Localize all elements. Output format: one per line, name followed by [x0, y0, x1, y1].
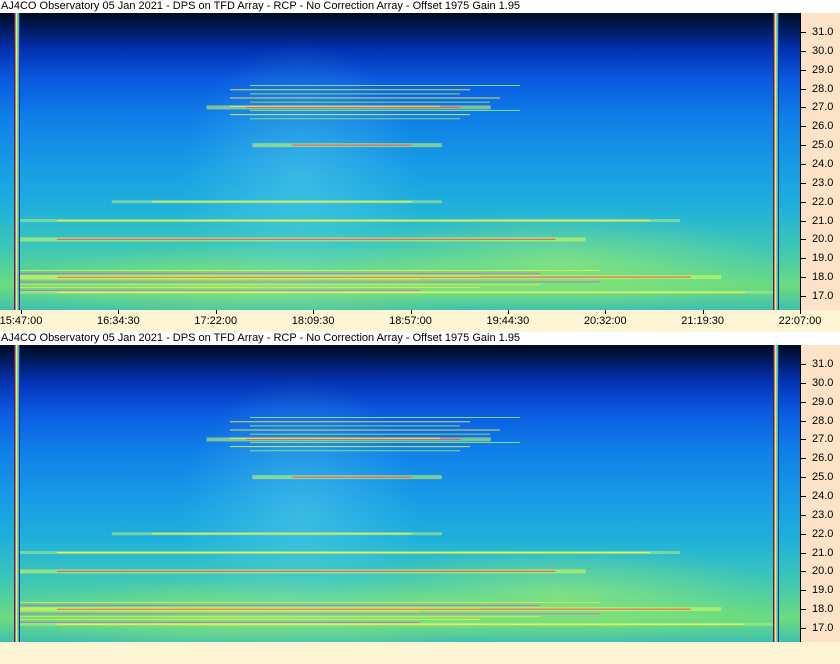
y-tick-label: 21.0	[812, 214, 834, 227]
y-tick-label: 31.0	[812, 358, 834, 370]
y-tick-label: 27.0	[812, 433, 834, 446]
y-tick-label: 24.0	[812, 158, 834, 170]
y-tick	[801, 496, 806, 497]
y-tick	[801, 50, 806, 52]
y-tick-label: 25.0	[812, 139, 834, 152]
y-tick	[801, 126, 806, 128]
frequency-axis: 31.0 30.0 29.0 28.0 27.0 26.0 25.0 24.0 23.0 22.0…	[800, 13, 840, 310]
y-tick-label: 30.0	[812, 44, 834, 57]
panel-title: AJ4CO Observatory 05 Jan 2021 - DPS on T…	[0, 0, 801, 13]
x-tick	[605, 310, 607, 314]
x-tick-label: 15:47:00	[0, 315, 43, 327]
y-tick-label: 23.0	[812, 508, 834, 521]
y-tick	[801, 571, 806, 573]
broadband-glow	[340, 545, 780, 642]
y-tick-label: 20.0	[812, 565, 834, 578]
x-tick	[702, 310, 704, 314]
x-tick	[507, 310, 509, 314]
y-tick	[801, 477, 806, 479]
y-tick	[801, 401, 806, 403]
y-tick-label: 24.0	[812, 490, 834, 502]
spectrogram-plot[interactable]	[0, 345, 800, 642]
x-tick-label: 20:32:00	[583, 315, 627, 327]
y-tick	[801, 277, 806, 279]
panel-title: AJ4CO Observatory 05 Jan 2021 - DPS on T…	[0, 332, 801, 345]
y-tick	[801, 439, 806, 441]
y-tick	[801, 420, 806, 422]
y-tick-label: 28.0	[812, 82, 834, 95]
y-tick	[801, 32, 806, 33]
frequency-axis: 31.0 30.0 29.0 28.0 27.0 26.0 25.0 24.0 23.0 22.0…	[800, 345, 840, 642]
title-strip	[800, 0, 840, 13]
y-tick-label: 26.0	[812, 120, 834, 133]
y-tick-label: 26.0	[812, 452, 834, 465]
spectrogram-panel-bottom: AJ4CO Observatory 05 Jan 2021 - DPS on T…	[0, 332, 840, 664]
y-tick-label: 18.0	[812, 603, 834, 616]
y-tick	[801, 182, 806, 184]
x-tick	[118, 310, 120, 314]
x-tick-label: 22:07:00	[778, 315, 822, 327]
y-tick	[801, 364, 806, 365]
title-strip	[800, 332, 840, 345]
x-tick-label: 16:34:30	[96, 315, 140, 327]
start-marker	[14, 13, 20, 310]
y-tick	[801, 533, 806, 535]
time-axis: 15:47:00 16:34:30 17:22:00 18:09:30 18:57:00…	[0, 310, 840, 332]
y-tick	[801, 458, 806, 460]
y-tick	[801, 107, 806, 109]
y-tick	[801, 164, 806, 165]
y-tick-label: 23.0	[812, 176, 834, 189]
spectrogram-plot[interactable]	[0, 13, 800, 310]
broadband-glow	[340, 213, 780, 310]
spectrogram-panel-top: AJ4CO Observatory 05 Jan 2021 - DPS on T…	[0, 0, 840, 332]
y-tick	[801, 145, 806, 147]
y-tick	[801, 88, 806, 90]
y-tick	[801, 609, 806, 611]
y-tick	[801, 258, 806, 260]
end-marker	[773, 345, 779, 642]
x-tick	[800, 310, 801, 314]
y-tick-label: 28.0	[812, 414, 834, 427]
y-tick	[801, 220, 806, 222]
y-tick-label: 30.0	[812, 376, 834, 389]
y-tick	[801, 201, 806, 203]
x-tick-label: 18:57:00	[389, 315, 432, 327]
end-marker	[773, 13, 779, 310]
y-tick	[801, 239, 806, 241]
x-tick-label: 19:44:30	[486, 315, 530, 327]
y-tick	[801, 69, 806, 71]
y-tick	[801, 552, 806, 554]
start-marker	[14, 345, 20, 642]
y-tick-label: 19.0	[812, 584, 834, 597]
y-tick-label: 17.0	[812, 290, 834, 302]
y-tick-label: 18.0	[812, 271, 834, 284]
x-tick	[410, 310, 412, 314]
y-tick-label: 21.0	[812, 546, 834, 559]
x-tick	[21, 310, 22, 314]
x-tick	[215, 310, 217, 314]
y-tick	[801, 382, 806, 384]
y-tick	[801, 514, 806, 516]
y-tick-label: 29.0	[812, 395, 834, 408]
x-tick-label: 21:19:30	[681, 315, 725, 327]
y-tick-label: 31.0	[812, 26, 834, 38]
y-tick-label: 25.0	[812, 471, 834, 484]
x-tick-label: 17:22:00	[194, 315, 238, 327]
x-tick	[313, 310, 315, 314]
spectrogram-svg	[10, 345, 780, 642]
time-axis	[0, 642, 840, 664]
y-tick-label: 19.0	[812, 252, 834, 265]
y-tick-label: 22.0	[812, 195, 834, 208]
y-tick-label: 29.0	[812, 63, 834, 76]
y-tick-label: 20.0	[812, 233, 834, 246]
y-tick	[801, 296, 806, 297]
y-tick-label: 22.0	[812, 527, 834, 540]
spectrogram-svg	[10, 13, 780, 310]
y-tick	[801, 590, 806, 592]
y-tick-label: 17.0	[812, 622, 834, 634]
x-tick-label: 18:09:30	[291, 315, 335, 327]
y-tick	[801, 628, 806, 629]
y-tick-label: 27.0	[812, 101, 834, 114]
